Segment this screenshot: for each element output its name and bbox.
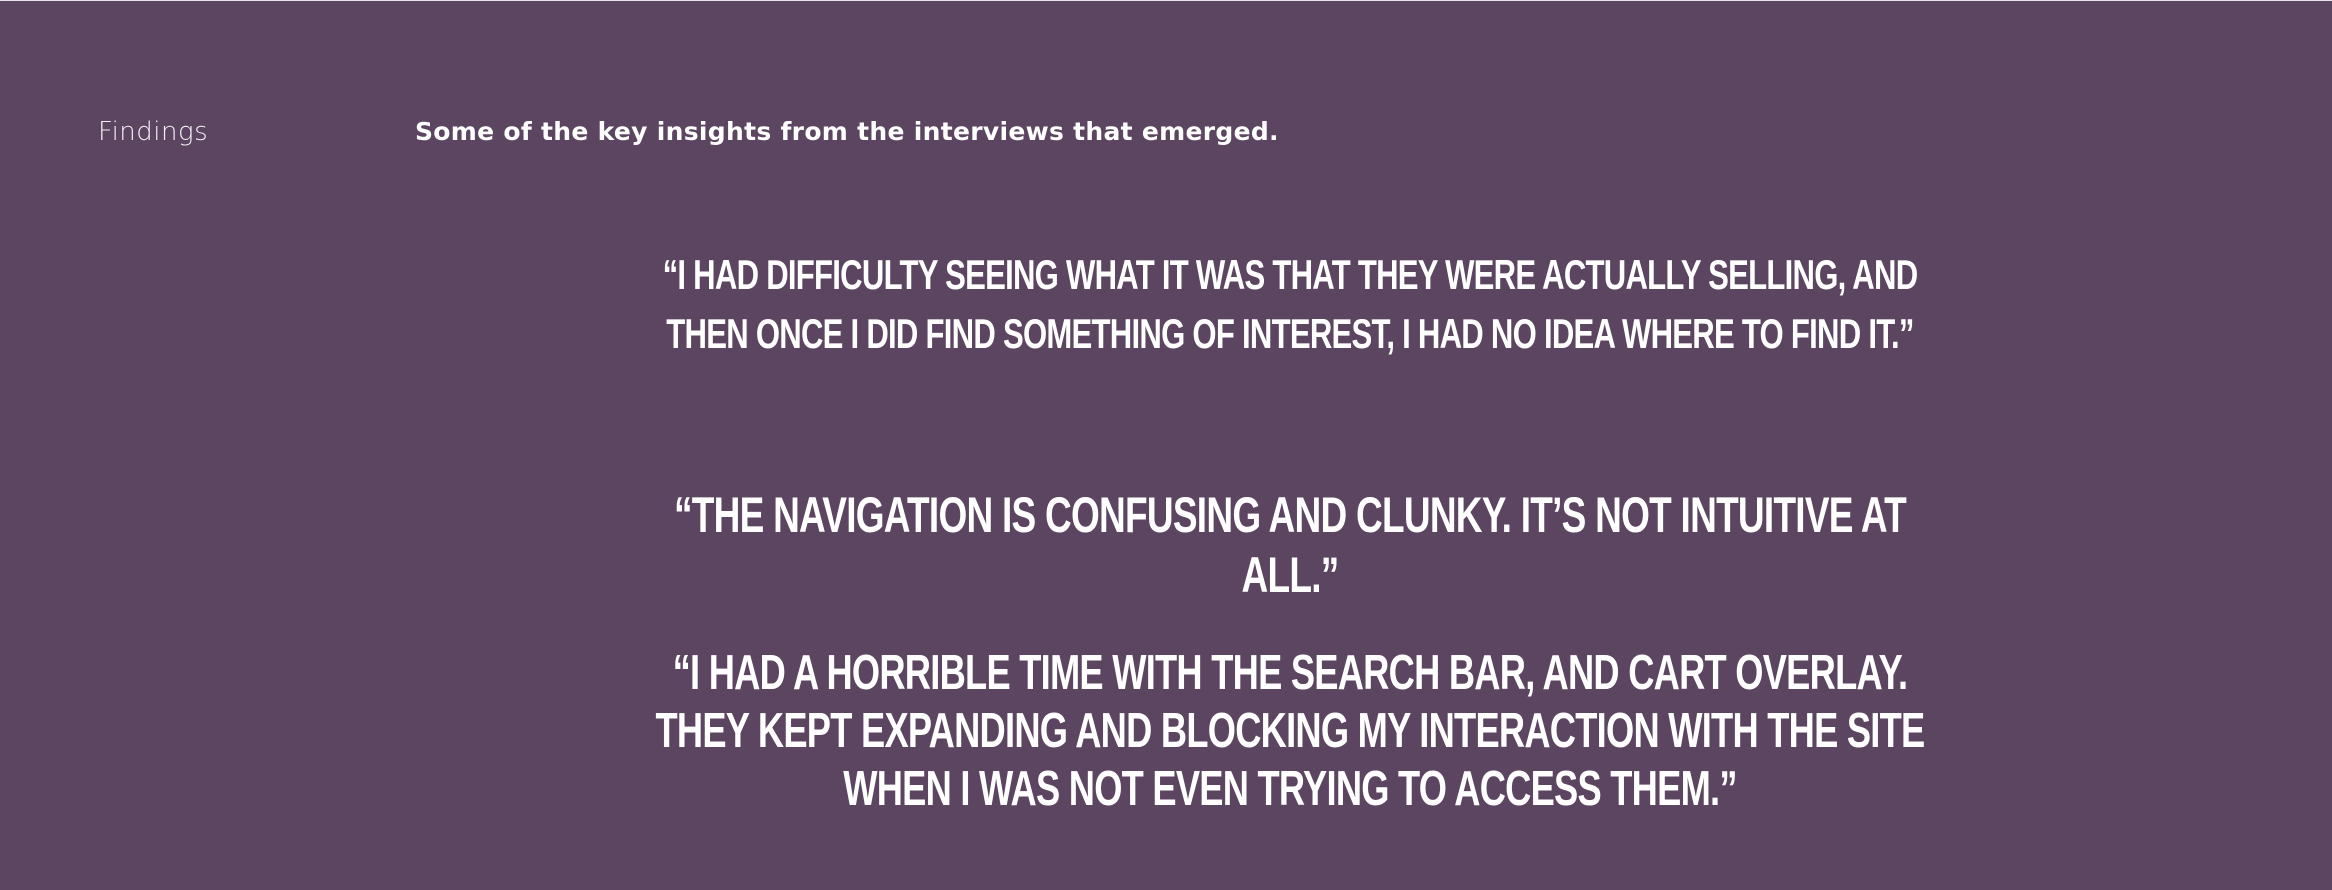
findings-slide: Findings Some of the key insights from t…: [0, 0, 2332, 890]
quote-2: “THE NAVIGATION IS CONFUSING AND CLUNKY.…: [673, 487, 1907, 603]
intro-text: Some of the key insights from the interv…: [415, 117, 1279, 146]
quote-1: “I HAD DIFFICULTY SEEING WHAT IT WAS THA…: [662, 251, 1919, 357]
quote-3: “I HAD A HORRIBLE TIME WITH THE SEARCH B…: [655, 646, 1925, 816]
section-label: Findings: [98, 117, 209, 147]
